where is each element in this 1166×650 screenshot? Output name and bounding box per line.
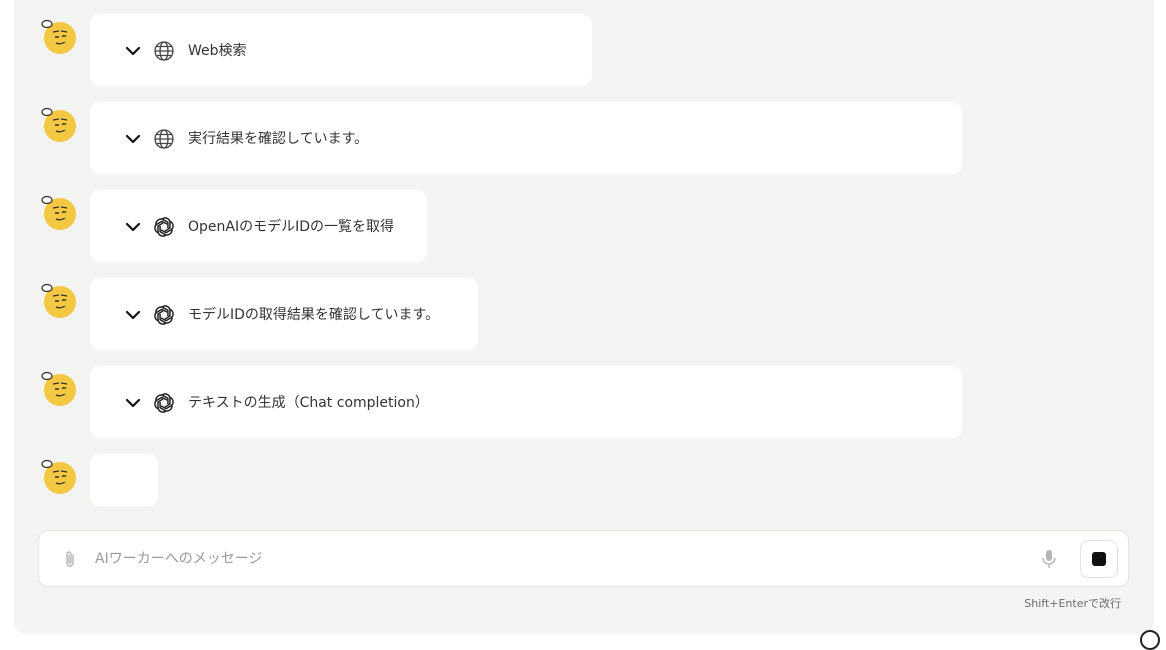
microphone-icon[interactable] xyxy=(1039,548,1059,570)
tool-call-card[interactable]: OpenAIのモデルIDの一覧を取得 xyxy=(90,190,427,262)
chevron-down-icon[interactable] xyxy=(123,129,143,149)
tool-call-label: 実行結果を確認しています。 xyxy=(188,131,369,147)
globe-icon xyxy=(154,129,174,149)
loading-message-card xyxy=(90,454,158,506)
newline-hint: Shift+Enterで改行 xyxy=(1024,597,1121,610)
chevron-down-icon[interactable] xyxy=(123,305,143,325)
tool-call-card[interactable]: Web検索 xyxy=(90,14,592,86)
chevron-down-icon[interactable] xyxy=(123,393,143,413)
assistant-avatar-icon xyxy=(41,459,76,494)
assistant-avatar-icon xyxy=(41,283,76,318)
chat-panel: Web検索 実行結果を確認しています。 OpenAIのモデルIDの一覧を取得 モ… xyxy=(14,0,1154,634)
assistant-avatar-icon xyxy=(41,19,76,54)
openai-icon xyxy=(154,393,174,413)
tool-call-label: Web検索 xyxy=(188,43,247,59)
tool-call-card[interactable]: テキストの生成（Chat completion） xyxy=(90,366,962,438)
globe-icon xyxy=(154,41,174,61)
openai-icon xyxy=(154,305,174,325)
openai-icon xyxy=(154,217,174,237)
assistant-avatar-icon xyxy=(41,107,76,142)
chevron-down-icon[interactable] xyxy=(123,41,143,61)
message-input[interactable] xyxy=(95,545,995,573)
message-composer xyxy=(38,530,1129,587)
stop-icon xyxy=(1092,552,1106,566)
chevron-down-icon[interactable] xyxy=(123,217,143,237)
paperclip-icon[interactable] xyxy=(61,549,79,569)
assistant-avatar-icon xyxy=(41,371,76,406)
assistant-avatar-icon xyxy=(41,195,76,230)
tool-call-label: モデルIDの取得結果を確認しています。 xyxy=(188,307,440,323)
tool-call-label: OpenAIのモデルIDの一覧を取得 xyxy=(188,219,395,235)
stop-button[interactable] xyxy=(1080,540,1118,578)
corner-indicator xyxy=(1140,630,1160,650)
tool-call-card[interactable]: モデルIDの取得結果を確認しています。 xyxy=(90,278,478,350)
tool-call-card[interactable]: 実行結果を確認しています。 xyxy=(90,102,962,174)
tool-call-label: テキストの生成（Chat completion） xyxy=(188,395,429,411)
